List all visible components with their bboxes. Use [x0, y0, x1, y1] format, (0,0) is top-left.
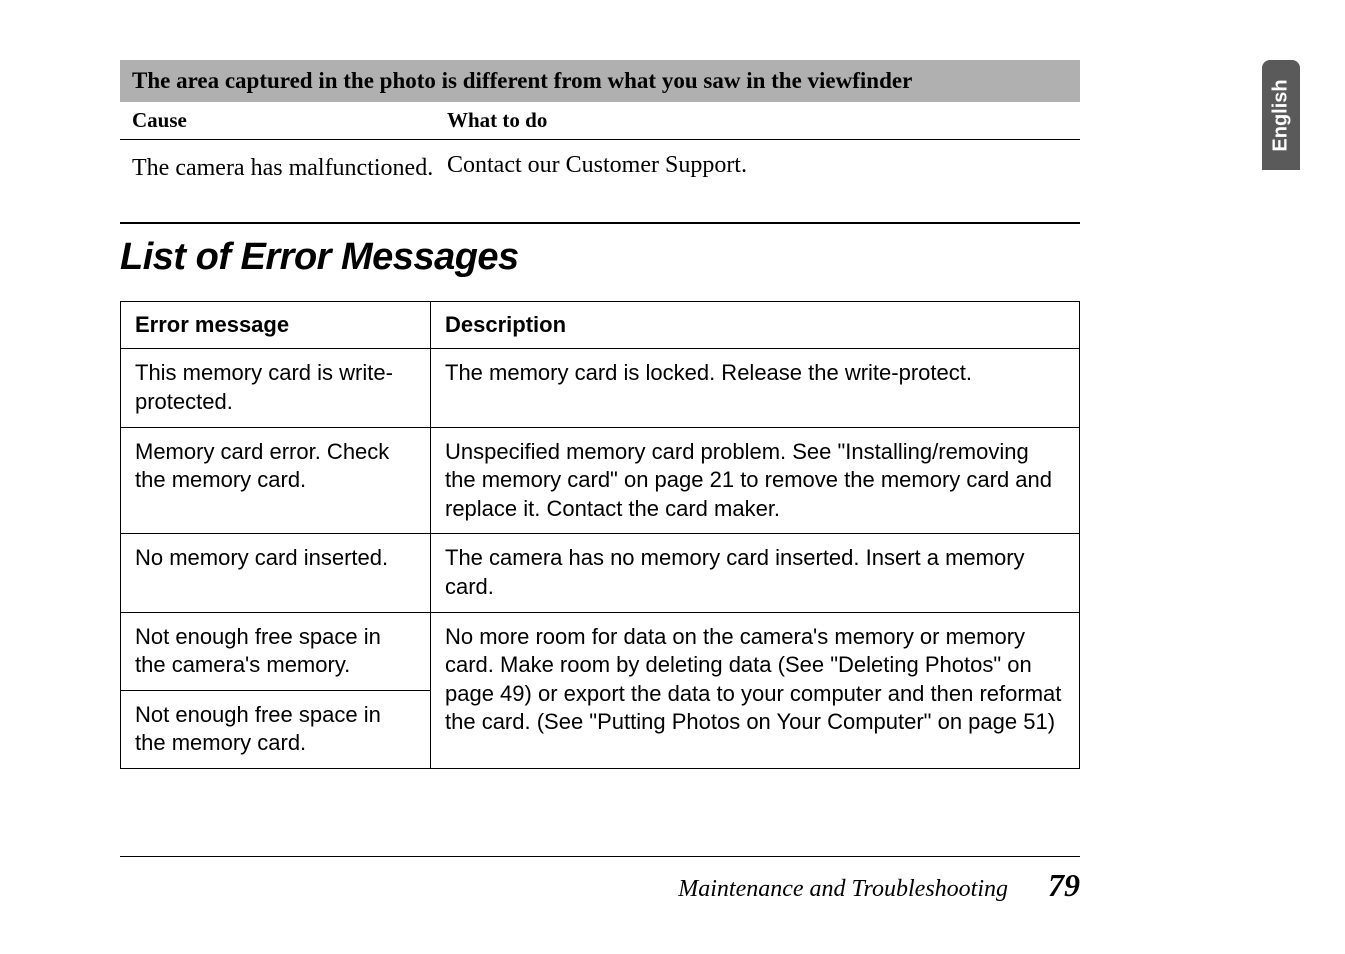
table-row: Memory card error. Check the memory card…: [121, 427, 1080, 534]
error-message-merged-cell: Not enough free space in the camera's me…: [121, 612, 431, 768]
main-content: The area captured in the photo is differ…: [120, 60, 1080, 769]
footer-section-name: Maintenance and Troubleshooting: [678, 876, 1008, 903]
header-error-message: Error message: [121, 302, 431, 349]
error-message-sub1: Not enough free space in the camera's me…: [121, 613, 430, 690]
description-cell: No more room for data on the camera's me…: [431, 612, 1080, 768]
cause-text: The camera has malfunctioned.: [132, 152, 447, 184]
table-row: This memory card is write-protected. The…: [121, 349, 1080, 427]
troubleshoot-header: The area captured in the photo is differ…: [120, 60, 1080, 102]
header-description: Description: [431, 302, 1080, 349]
error-message-cell: No memory card inserted.: [121, 534, 431, 612]
description-cell: Unspecified memory card problem. See "In…: [431, 427, 1080, 534]
error-table: Error message Description This memory ca…: [120, 301, 1080, 769]
what-to-do-label: What to do: [447, 108, 547, 133]
table-row: No memory card inserted. The camera has …: [121, 534, 1080, 612]
error-message-cell: This memory card is write-protected.: [121, 349, 431, 427]
table-row: Not enough free space in the camera's me…: [121, 612, 1080, 768]
footer-page-number: 79: [1048, 867, 1080, 904]
language-tab-label: English: [1270, 79, 1293, 151]
language-tab: English: [1262, 60, 1300, 170]
page-footer: Maintenance and Troubleshooting 79: [120, 856, 1080, 904]
description-cell: The camera has no memory card inserted. …: [431, 534, 1080, 612]
description-cell: The memory card is locked. Release the w…: [431, 349, 1080, 427]
section-title: List of Error Messages: [120, 236, 1080, 279]
what-to-do-text: Contact our Customer Support.: [447, 152, 747, 184]
table-header-row: Error message Description: [121, 302, 1080, 349]
error-message-sub2: Not enough free space in the memory card…: [121, 690, 430, 768]
troubleshoot-data-row: The camera has malfunctioned. Contact ou…: [120, 140, 1080, 202]
section-divider: [120, 222, 1080, 224]
troubleshoot-labels-row: Cause What to do: [120, 102, 1080, 140]
error-message-cell: Memory card error. Check the memory card…: [121, 427, 431, 534]
cause-label: Cause: [132, 108, 447, 133]
